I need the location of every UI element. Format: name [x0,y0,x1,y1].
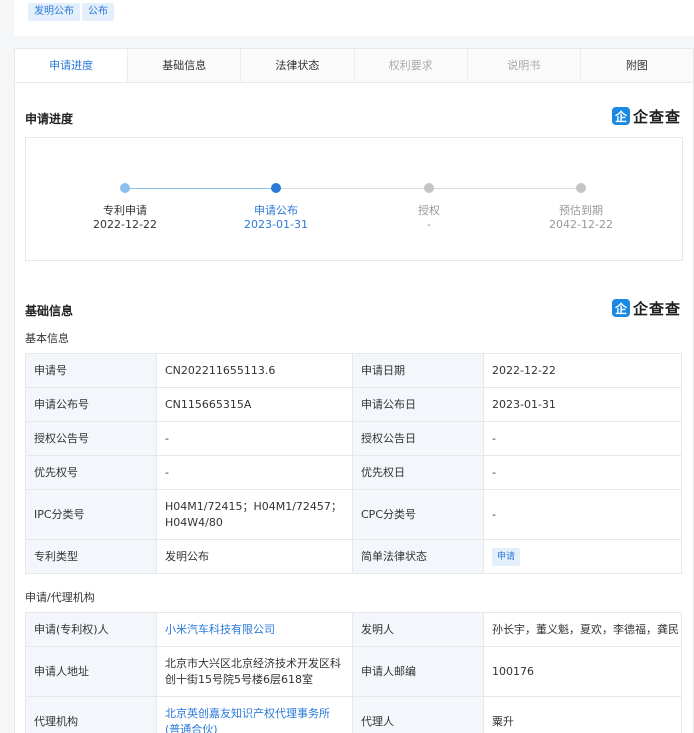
table-row: 专利类型 发明公布 简单法律状态 申请 [25,539,682,574]
value-grant-number: - [156,421,353,456]
tab-application-progress[interactable]: 申请进度 [15,49,129,82]
value-ipc-class: H04M1/72415；H04M1/72457；H04W4/80 [156,489,353,540]
table-row: 申请公布号 CN115665315A 申请公布日 2023-01-31 [25,387,682,422]
tab-claims[interactable]: 权利要求 [354,49,468,82]
value-cpc-class: - [483,489,682,540]
label-publication-number: 申请公布号 [25,387,157,422]
value-inventor: 孙长宇，董义魁，夏欢，李德福，龚民 [483,612,682,647]
table-row: IPC分类号 H04M1/72415；H04M1/72457；H04W4/80 … [25,489,682,540]
label-patent-type: 专利类型 [25,539,157,574]
step-name-application-publication: 申请公布 [254,204,298,217]
step-dot-patent-application [120,183,130,193]
basic-info-table: 申请号 CN202211655113.6 申请日期 2022-12-22 申请公… [25,353,682,574]
tab-description[interactable]: 说明书 [467,49,581,82]
label-grant-number: 授权公告号 [25,421,157,456]
step-dot-estimated-expiry [576,183,586,193]
value-agent: 粟升 [483,696,682,733]
label-applicant: 申请(专利权)人 [25,612,157,647]
timeline-segment-done [125,188,275,189]
step-date-patent-application: 2022-12-22 [93,218,157,231]
tag-publication: 公布 [82,3,114,21]
patent-detail-card: 申请进度 基础信息 法律状态 权利要求 说明书 附图 申请进度 企 企查查 专利… [14,48,694,733]
step-dot-grant [424,183,434,193]
value-applicant: 小米汽车科技有限公司 [156,612,353,647]
top-tag-bar: 发明公布 公布 [14,0,694,36]
value-application-number: CN202211655113.6 [156,353,353,388]
qichacha-logo-text: 企查查 [632,299,681,318]
label-legal-status: 简单法律状态 [352,539,484,574]
qichacha-logo: 企 企查查 [611,106,681,126]
agency-subtitle: 申请/代理机构 [25,591,95,604]
value-priority-number: - [156,455,353,490]
label-ipc-class: IPC分类号 [25,489,157,540]
value-priority-date: - [483,455,682,490]
tab-bar: 申请进度 基础信息 法律状态 权利要求 说明书 附图 [15,49,694,83]
value-grant-date: - [483,421,682,456]
label-publication-date: 申请公布日 [352,387,484,422]
progress-timeline: 专利申请 2022-12-22 申请公布 2023-01-31 授权 - 预估到… [25,137,683,261]
progress-section-title: 申请进度 [25,112,74,126]
step-name-grant: 授权 [418,204,440,217]
label-priority-date: 优先权日 [352,455,484,490]
value-applicant-address: 北京市大兴区北京经济技术开发区科创十街15号院5号楼6层618室 [156,646,353,697]
label-grant-date: 授权公告日 [352,421,484,456]
step-date-estimated-expiry: 2042-12-22 [549,218,613,231]
value-publication-date: 2023-01-31 [483,387,682,422]
value-agency: 北京英创嘉友知识产权代理事务所(普通合伙) [156,696,353,733]
qichacha-logo-icon: 企 [611,299,630,317]
applicant-link[interactable]: 小米汽车科技有限公司 [165,623,275,636]
step-date-grant: - [427,218,431,231]
label-application-number: 申请号 [25,353,157,388]
table-row: 授权公告号 - 授权公告日 - [25,421,682,456]
basic-info-subtitle: 基本信息 [25,332,69,345]
step-dot-application-publication [271,183,281,193]
tab-legal-status[interactable]: 法律状态 [241,49,355,82]
tab-figures[interactable]: 附图 [580,49,694,82]
label-agency: 代理机构 [25,696,157,733]
table-row: 申请人地址 北京市大兴区北京经济技术开发区科创十街15号院5号楼6层618室 申… [25,646,682,697]
agency-link[interactable]: 北京英创嘉友知识产权代理事务所(普通合伙) [165,707,330,733]
agency-table: 申请(专利权)人 小米汽车科技有限公司 发明人 孙长宇，董义魁，夏欢，李德福，龚… [25,612,682,733]
value-applicant-postcode: 100176 [483,646,682,697]
value-application-date: 2022-12-22 [483,353,682,388]
table-row: 代理机构 北京英创嘉友知识产权代理事务所(普通合伙) 代理人 粟升 [25,696,682,733]
table-row: 申请号 CN202211655113.6 申请日期 2022-12-22 [25,353,682,388]
label-agent: 代理人 [352,696,484,733]
qichacha-logo: 企 企查查 [611,298,681,318]
tab-basic-info[interactable]: 基础信息 [128,49,242,82]
value-legal-status: 申请 [483,539,682,574]
label-applicant-address: 申请人地址 [25,646,157,697]
value-publication-number: CN115665315A [156,387,353,422]
label-applicant-postcode: 申请人邮编 [352,646,484,697]
qichacha-logo-text: 企查查 [632,107,681,126]
value-patent-type: 发明公布 [156,539,353,574]
step-date-application-publication: 2023-01-31 [244,218,308,231]
step-name-estimated-expiry: 预估到期 [559,204,603,217]
label-priority-number: 优先权号 [25,455,157,490]
label-cpc-class: CPC分类号 [352,489,484,540]
label-inventor: 发明人 [352,612,484,647]
step-name-patent-application: 专利申请 [103,204,147,217]
tag-invention-publication: 发明公布 [28,3,80,21]
qichacha-logo-icon: 企 [611,107,630,125]
table-row: 申请(专利权)人 小米汽车科技有限公司 发明人 孙长宇，董义魁，夏欢，李德福，龚… [25,612,682,647]
table-row: 优先权号 - 优先权日 - [25,455,682,490]
status-badge: 申请 [492,547,521,566]
label-application-date: 申请日期 [352,353,484,388]
basic-section-title: 基础信息 [25,304,74,318]
